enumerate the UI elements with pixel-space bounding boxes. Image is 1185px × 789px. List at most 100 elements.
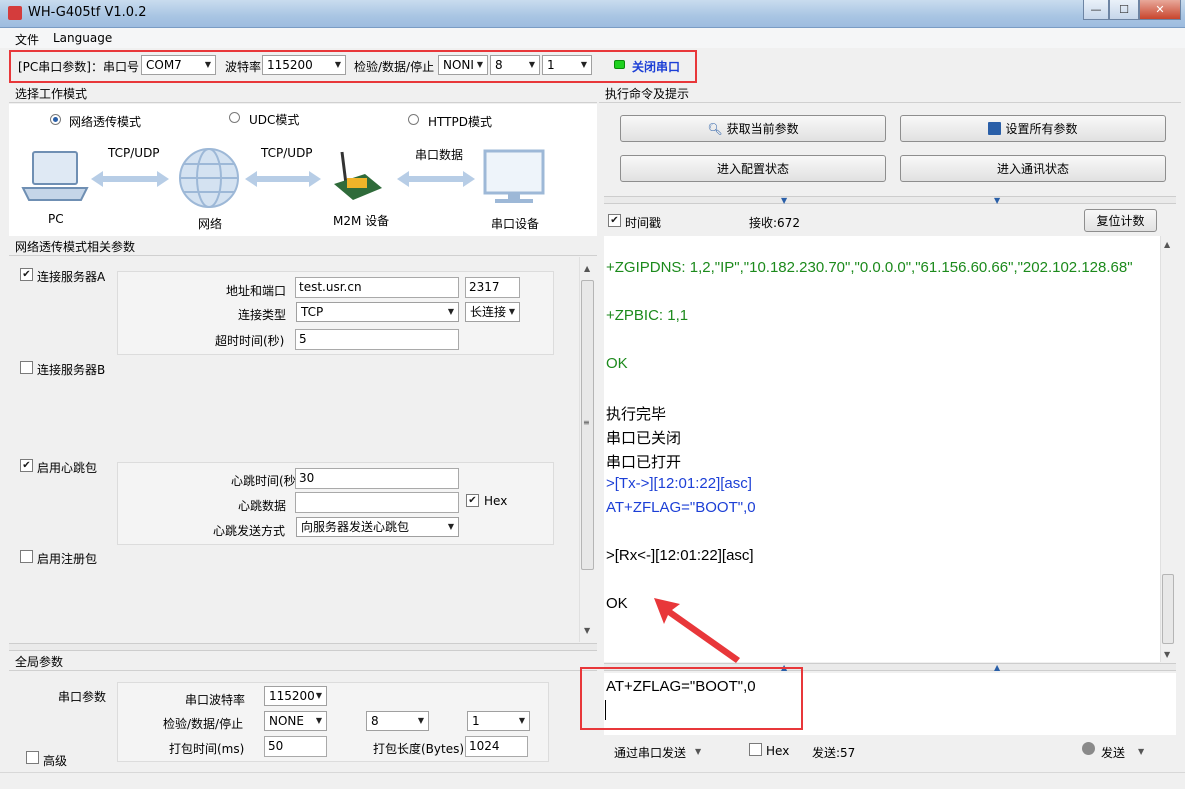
recv-count: 接收:672	[749, 216, 800, 230]
status-bar	[0, 772, 1185, 789]
minimize-button[interactable]: —	[1083, 0, 1109, 20]
server-a-label: 连接服务器A	[37, 270, 106, 284]
serial-port-select[interactable]: COM7	[141, 55, 216, 75]
diagram-link1: TCP/UDP	[108, 146, 160, 160]
send-mode-select[interactable]: 通过串口发送	[614, 744, 686, 761]
pack-time-label: 打包时间(ms)	[169, 742, 245, 756]
hb-time-input[interactable]: 30	[295, 468, 459, 489]
conn-type-select[interactable]: TCP	[296, 302, 459, 322]
left-splitter[interactable]	[9, 643, 597, 651]
send-highlight-box	[580, 667, 803, 730]
monitor-icon	[483, 149, 545, 203]
hb-method-select[interactable]: 向服务器发送心跳包	[296, 517, 459, 537]
global-baud-select[interactable]: 115200	[264, 686, 327, 706]
terminal-line: AT+ZFLAG="BOOT",0	[606, 499, 756, 516]
diagram-link2: TCP/UDP	[261, 146, 313, 160]
baud-label: 波特率	[225, 60, 262, 74]
exec-header: 执行命令及提示	[599, 86, 1181, 103]
diagram-link3: 串口数据	[415, 148, 464, 162]
terminal-line: >[Tx->][12:01:22][asc]	[606, 475, 752, 492]
send-hex-checkbox[interactable]	[749, 743, 762, 756]
global-databits-select[interactable]: 8	[366, 711, 429, 731]
params-header: 网络透传模式相关参数	[9, 239, 597, 256]
timestamp-checkbox[interactable]: ✔	[608, 214, 621, 227]
send-icon	[1082, 742, 1095, 755]
arrow-icon-3	[397, 171, 475, 187]
terminal-line: >[Rx<-][12:01:22][asc]	[606, 547, 754, 564]
terminal-scroll-thumb[interactable]	[1162, 574, 1174, 644]
heartbeat-checkbox[interactable]: ✔	[20, 459, 33, 472]
serial-port-label: [PC串口参数]：串口号	[18, 60, 139, 74]
menu-file[interactable]: 文件	[15, 31, 39, 48]
scroll-up-icon[interactable]: ▲	[584, 264, 590, 273]
addr-label: 地址和端口	[226, 284, 287, 298]
enter-config-button[interactable]: 进入配置状态	[620, 155, 886, 182]
title-bar	[0, 0, 1185, 28]
databits-select[interactable]: 8	[490, 55, 540, 75]
terminal-scroll-down-icon[interactable]: ▼	[1164, 650, 1170, 659]
server-b-checkbox[interactable]	[20, 361, 33, 374]
right-splitter-top[interactable]	[604, 196, 1176, 204]
splitter-arrow-icon-2[interactable]: ▼	[994, 196, 1000, 205]
global-baud-label: 串口波特率	[185, 693, 246, 707]
splitter-arrow-icon[interactable]: ▼	[781, 196, 787, 205]
splitter-arrow-icon-4[interactable]: ▲	[994, 663, 1000, 672]
scroll-grip-icon: ≡	[583, 418, 590, 427]
register-label: 启用注册包	[37, 552, 98, 566]
send-button[interactable]: 发送	[1101, 744, 1125, 761]
hb-data-label: 心跳数据	[238, 499, 287, 513]
close-button[interactable]: ✕	[1139, 0, 1181, 20]
maximize-button[interactable]: ☐	[1109, 0, 1139, 20]
reset-count-button[interactable]: 复位计数	[1084, 209, 1157, 232]
global-parity-select[interactable]: NONE	[264, 711, 327, 731]
save-icon	[988, 122, 1002, 135]
terminal-line: +ZGIPDNS: 1,2,"IP","10.182.230.70","0.0.…	[606, 259, 1133, 276]
terminal-scroll-up-icon[interactable]: ▲	[1164, 240, 1170, 249]
conn-type-label: 连接类型	[238, 308, 287, 322]
register-checkbox[interactable]	[20, 550, 33, 563]
global-stopbits-select[interactable]: 1	[467, 711, 530, 731]
hb-hex-checkbox[interactable]: ✔	[466, 494, 479, 507]
server-b-label: 连接服务器B	[37, 363, 106, 377]
laptop-icon	[21, 151, 89, 201]
timeout-label: 超时时间(秒)	[215, 334, 285, 348]
global-check-label: 检验/数据/停止	[163, 717, 244, 731]
advanced-checkbox[interactable]	[26, 751, 39, 764]
advanced-label: 高级	[43, 754, 68, 768]
server-a-checkbox[interactable]: ✔	[20, 268, 33, 281]
addr-input[interactable]: test.usr.cn	[295, 277, 459, 298]
terminal-line: 串口已关闭	[606, 430, 682, 447]
diagram-pc: PC	[48, 212, 64, 226]
conn-mode-select[interactable]: 长连接	[465, 302, 520, 322]
stopbits-select[interactable]: 1	[542, 55, 592, 75]
arrow-icon-1	[91, 171, 169, 187]
terminal-line: +ZPBIC: 1,1	[606, 307, 689, 324]
scroll-down-icon[interactable]: ▼	[584, 626, 590, 635]
status-led-icon	[614, 60, 625, 69]
terminal-line: OK	[606, 355, 628, 372]
menu-language[interactable]: Language	[53, 31, 112, 45]
timeout-input[interactable]: 5	[295, 329, 459, 350]
heartbeat-label: 启用心跳包	[37, 461, 98, 475]
hb-hex-label: Hex	[484, 494, 508, 508]
port-input[interactable]: 2317	[465, 277, 520, 298]
get-params-button[interactable]: 🔍︎ 获取当前参数	[620, 115, 886, 142]
pack-len-input[interactable]: 1024	[465, 736, 528, 757]
hb-data-input[interactable]	[295, 492, 459, 513]
diagram-network: 网络	[198, 217, 223, 231]
parity-select[interactable]: NONI	[438, 55, 488, 75]
pack-len-label: 打包长度(Bytes)	[373, 742, 465, 756]
global-header: 全局参数	[9, 654, 597, 671]
enter-comm-button[interactable]: 进入通讯状态	[900, 155, 1166, 182]
pack-time-input[interactable]: 50	[264, 736, 327, 757]
arrow-icon-2	[245, 171, 321, 187]
close-serial-button[interactable]: 关闭串口	[632, 58, 680, 75]
send-hex-label: Hex	[766, 744, 790, 758]
set-params-button[interactable]: 设置所有参数	[900, 115, 1166, 142]
globe-icon	[179, 148, 239, 208]
check-label: 检验/数据/停止	[354, 60, 435, 74]
set-params-label: 设置所有参数	[1005, 122, 1078, 136]
send-chevron-icon[interactable]: ▼	[1138, 747, 1144, 756]
baud-select[interactable]: 115200	[262, 55, 346, 75]
send-mode-chevron-icon[interactable]: ▼	[695, 747, 701, 756]
